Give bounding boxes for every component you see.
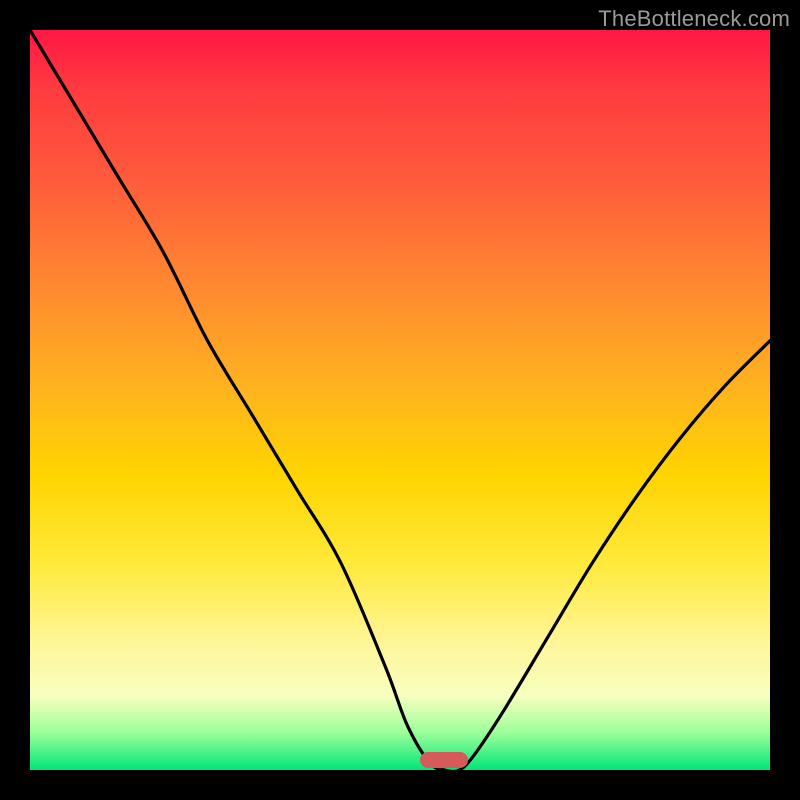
plot-area [30,30,770,770]
watermark-text: TheBottleneck.com [598,6,790,32]
chart-frame: TheBottleneck.com [0,0,800,800]
optimal-marker [420,752,468,768]
bottleneck-curve [30,30,770,770]
